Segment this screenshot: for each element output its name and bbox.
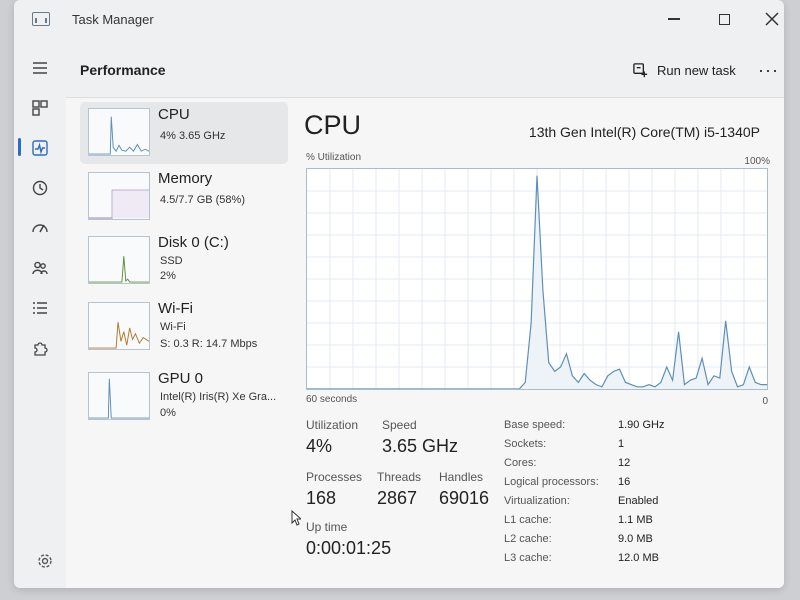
resource-name: Memory [158, 170, 213, 187]
startup-apps-icon [32, 224, 48, 233]
processes-icon [32, 100, 48, 116]
run-new-task-label: Run new task [657, 63, 736, 78]
threads-label: Threads [377, 470, 422, 484]
cpu-graph-svg [307, 169, 767, 389]
active-indicator [18, 138, 21, 156]
spec-value: 12.0 MB [618, 552, 659, 564]
spec-label: Logical processors: [504, 476, 599, 488]
processes-label: Processes [306, 470, 363, 484]
resource-item-memory[interactable]: Memory 4.5/7.7 GB (58%) [80, 166, 288, 228]
spec-label: L3 cache: [504, 552, 552, 564]
window-title: Task Manager [72, 12, 154, 27]
wifi-thumbnail [88, 302, 150, 350]
page-title: Performance [80, 62, 166, 78]
gpu-thumbnail [88, 372, 150, 420]
resource-item-gpu[interactable]: GPU 0 Intel(R) Iris(R) Xe Gra... 0% [80, 366, 288, 428]
page-header: Performance Run new task ··· [66, 42, 784, 98]
utilization-label: Utilization [306, 418, 359, 432]
spec-value: 9.0 MB [618, 533, 653, 545]
task-manager-icon [32, 12, 50, 26]
cpu-model-name: 13th Gen Intel(R) Core(TM) i5-1340P [528, 124, 760, 140]
resource-detail: 0% [160, 407, 176, 419]
spec-label: Base speed: [504, 419, 566, 431]
memory-thumbnail [88, 172, 150, 220]
cpu-utilization-graph [306, 168, 768, 390]
graph-max-label: 100% [744, 156, 770, 167]
run-task-icon [633, 63, 648, 78]
nav-performance[interactable] [26, 134, 54, 162]
uptime-value: 0:00:01:25 [306, 538, 392, 558]
cpu-detail-panel: CPU 13th Gen Intel(R) Core(TM) i5-1340P … [304, 98, 774, 588]
settings-button[interactable] [36, 552, 54, 570]
resource-name: GPU 0 [158, 370, 204, 387]
minimize-button[interactable] [654, 6, 694, 32]
spec-value: 1.90 GHz [618, 419, 665, 431]
run-new-task-button[interactable]: Run new task [632, 62, 736, 79]
resource-detail: S: 0.3 R: 14.7 Mbps [160, 338, 258, 350]
hamburger-menu-icon [33, 62, 47, 74]
resource-name: Wi-Fi [158, 300, 193, 317]
performance-icon [32, 140, 48, 156]
mouse-cursor [291, 510, 301, 526]
app-history-icon [32, 180, 48, 196]
resource-detail: 2% [160, 270, 176, 282]
spec-label: Virtualization: [504, 495, 570, 507]
resource-item-disk[interactable]: Disk 0 (C:) SSD 2% [80, 230, 288, 292]
graph-y-label: % Utilization [306, 152, 362, 163]
threads-value: 2867 [377, 488, 418, 508]
spec-value: Enabled [618, 495, 659, 507]
resource-detail: 4% 3.65 GHz [160, 130, 226, 142]
performance-content: CPU 4% 3.65 GHz Memory 4.5/7.7 GB (58%) … [66, 98, 784, 588]
resource-item-wifi[interactable]: Wi-Fi Wi-Fi S: 0.3 R: 14.7 Mbps [80, 296, 288, 358]
hamburger-menu-button[interactable] [26, 54, 54, 82]
resource-name: CPU [158, 106, 190, 123]
spec-label: Sockets: [504, 438, 547, 450]
spec-value: 1.1 MB [618, 514, 653, 526]
uptime-label: Up time [306, 520, 348, 534]
spec-value: 1 [618, 438, 625, 450]
spec-label: L1 cache: [504, 514, 552, 526]
more-options-button[interactable]: ··· [758, 60, 779, 81]
close-button[interactable] [752, 6, 784, 32]
resource-detail: 4.5/7.7 GB (58%) [160, 194, 245, 206]
maximize-button[interactable] [704, 6, 744, 32]
nav-processes[interactable] [26, 94, 54, 122]
nav-app-history[interactable] [26, 174, 54, 202]
disk-thumbnail [88, 236, 150, 284]
graph-time-label: 60 seconds [306, 394, 358, 405]
minimize-icon [668, 18, 680, 20]
gear-icon [38, 554, 52, 568]
spec-value: 16 [618, 476, 631, 488]
handles-label: Handles [439, 470, 484, 484]
spec-label: L2 cache: [504, 533, 552, 545]
resource-item-cpu[interactable]: CPU 4% 3.65 GHz [80, 102, 288, 164]
nav-users[interactable] [26, 254, 54, 282]
resource-detail: Intel(R) Iris(R) Xe Gra... [160, 391, 277, 403]
maximize-icon [718, 13, 730, 25]
nav-services[interactable] [26, 334, 54, 362]
resource-detail: SSD [160, 255, 183, 267]
speed-label: Speed [382, 418, 417, 432]
spec-label: Cores: [504, 457, 537, 469]
title-bar[interactable]: Task Manager [14, 0, 784, 38]
handles-value: 69016 [439, 488, 490, 508]
graph-min-label: 0 [762, 396, 768, 407]
spec-value: 12 [618, 457, 631, 469]
users-icon [32, 261, 48, 275]
details-icon [33, 302, 47, 314]
nav-startup-apps[interactable] [26, 214, 54, 242]
processes-value: 168 [306, 488, 337, 508]
services-icon [34, 342, 48, 356]
resource-detail: Wi-Fi [160, 321, 186, 333]
resource-name: Disk 0 (C:) [158, 234, 229, 251]
task-manager-window: Task Manager Performance Run new task ··… [14, 0, 784, 588]
close-icon [765, 12, 779, 26]
navigation-rail [14, 42, 66, 588]
utilization-value: 4% [306, 436, 333, 456]
cpu-thumbnail [88, 108, 150, 156]
nav-details[interactable] [26, 294, 54, 322]
speed-value: 3.65 GHz [382, 436, 459, 456]
detail-title: CPU [304, 110, 362, 140]
